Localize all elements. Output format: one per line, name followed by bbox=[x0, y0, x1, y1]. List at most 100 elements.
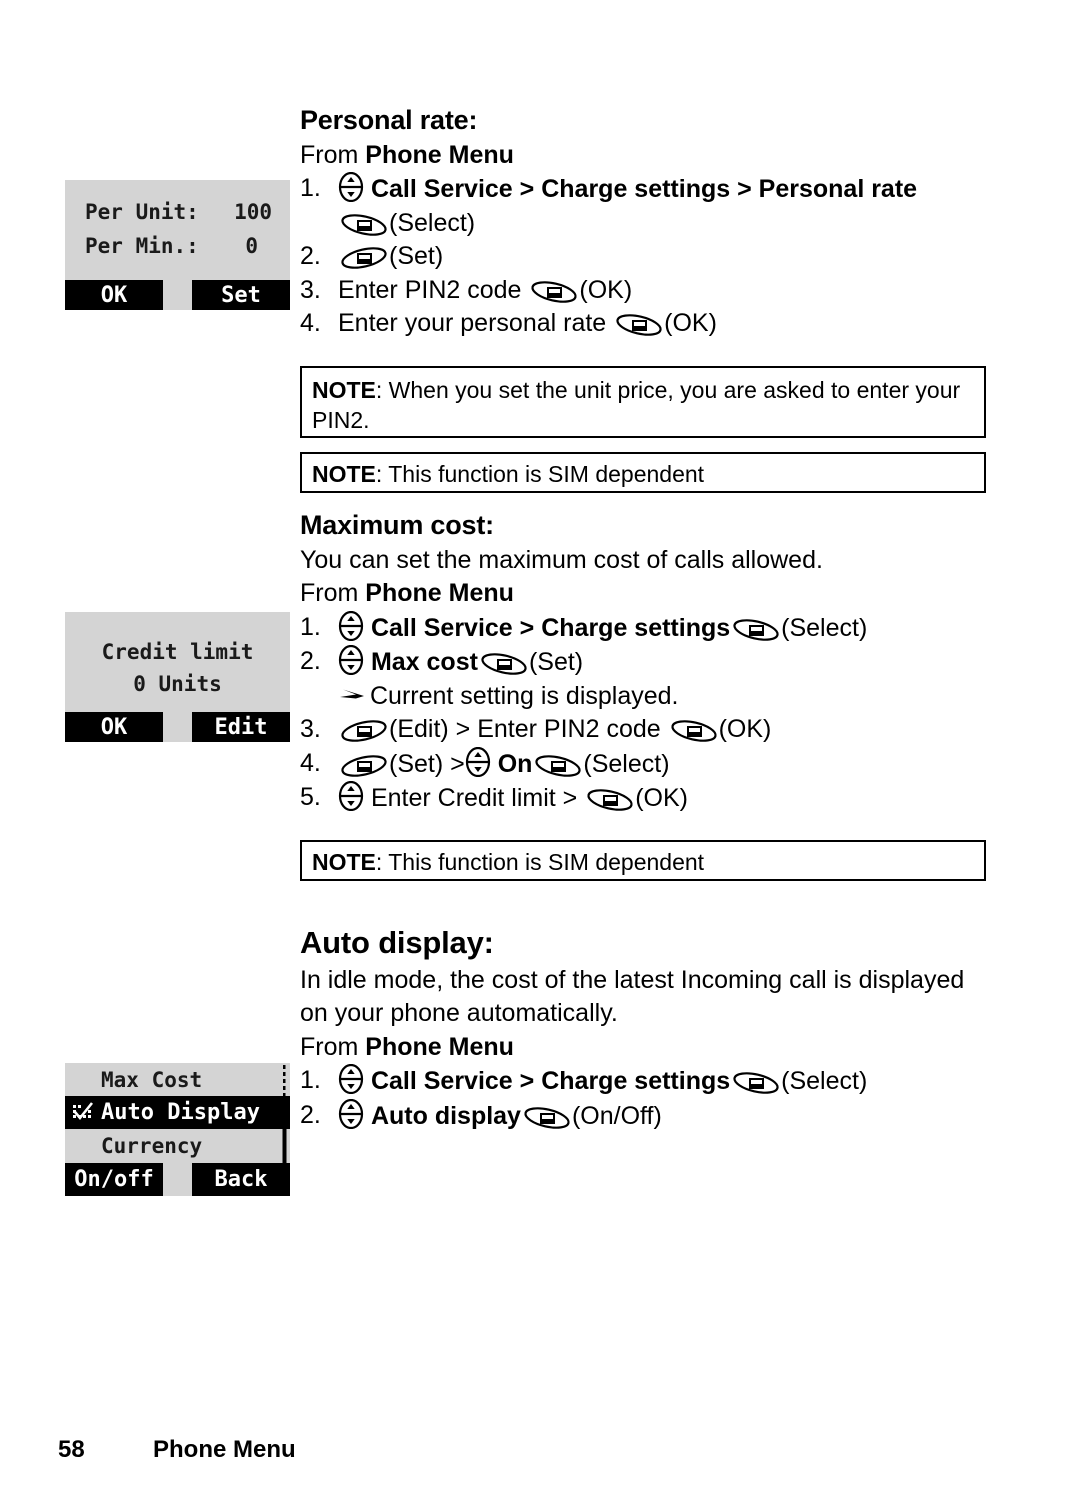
ad-step-1: 1. Call Service > Charge settings (Select… bbox=[300, 1064, 990, 1099]
mc-step-3-number: 3. bbox=[300, 715, 321, 744]
right-softkey-icon bbox=[340, 246, 388, 270]
right-softkey-icon bbox=[340, 719, 388, 743]
mc-step-2-number: 2. bbox=[300, 647, 321, 676]
personal-rate-from: From Phone Menu bbox=[300, 139, 990, 173]
pr-step-3: 3. Enter PIN2 code (OK) bbox=[300, 274, 990, 308]
list-item-label: Auto Display bbox=[101, 1100, 260, 1125]
per-min-label: Per Min.: bbox=[85, 234, 199, 258]
maximum-cost-section: Maximum cost: You can set the maximum co… bbox=[300, 510, 990, 816]
pr-rate-text: Enter your personal rate bbox=[338, 309, 614, 338]
auto-display-intro-1: In idle mode, the cost of the latest Inc… bbox=[300, 965, 965, 994]
mc-select-label-2: (Select) bbox=[583, 749, 670, 778]
from-prefix: From bbox=[300, 140, 366, 169]
from-bold: Phone Menu bbox=[365, 140, 514, 169]
pr-charge-settings: Charge settings bbox=[541, 175, 731, 204]
lcd-body: Per Unit: 100 Per Min.: 0 bbox=[65, 180, 290, 280]
mc-ok-label-2: (OK) bbox=[635, 784, 688, 813]
pr-step-4-number: 4. bbox=[300, 309, 321, 338]
per-unit-value: 100 bbox=[234, 200, 272, 224]
auto-display-intro-2: on your phone automatically. bbox=[300, 999, 618, 1028]
ad-step-2-number: 2. bbox=[300, 1100, 321, 1129]
softkey-left-ok[interactable]: OK bbox=[65, 712, 163, 742]
pr-pin2-text: Enter PIN2 code bbox=[338, 275, 529, 304]
pr-step-3-number: 3. bbox=[300, 275, 321, 304]
mc-on-label: On bbox=[497, 749, 533, 778]
pr-gt-1: > bbox=[512, 175, 542, 204]
pr-personal-rate: Personal rate bbox=[758, 175, 918, 204]
lcd-charge-settings: Max Cost Auto Display Currency On/off Ba… bbox=[65, 1063, 290, 1196]
navigation-key-icon bbox=[338, 610, 364, 641]
softkey-left-onoff[interactable]: On/off bbox=[65, 1163, 163, 1196]
note-label: NOTE bbox=[312, 461, 376, 487]
personal-rate-section: Personal rate: From Phone Menu 1. Call S… bbox=[300, 105, 990, 341]
lcd-body: Max Cost Auto Display Currency bbox=[65, 1063, 290, 1163]
mc-ok-label: (OK) bbox=[718, 715, 772, 744]
manual-page: Per Unit: 100 Per Min.: 0 OK Set Persona… bbox=[0, 0, 1080, 1500]
left-softkey-icon bbox=[523, 1106, 571, 1130]
note-text: : This function is SIM dependent bbox=[375, 461, 705, 487]
personal-rate-heading: Personal rate: bbox=[300, 105, 478, 135]
left-softkey-icon bbox=[732, 1071, 780, 1095]
mc-step-5-number: 5. bbox=[300, 783, 321, 812]
pr-ok-label-2: (OK) bbox=[664, 309, 717, 338]
pr-select-label: (Select) bbox=[389, 208, 476, 237]
pr-step-2-number: 2. bbox=[300, 242, 321, 271]
note-text: : This function is SIM dependent bbox=[375, 849, 705, 875]
mc-select-label: (Select) bbox=[781, 613, 868, 642]
list-item-label: Max Cost bbox=[101, 1067, 203, 1092]
mc-edit-text: (Edit) > Enter PIN2 code bbox=[389, 715, 668, 744]
mc-step-5: 5. Enter Credit limit > (OK) bbox=[300, 781, 990, 816]
lcd-credit-limit: Credit limit 0 Units OK Edit bbox=[65, 612, 290, 742]
softkey-right-set[interactable]: Set bbox=[192, 280, 290, 310]
list-item-selected[interactable]: Auto Display bbox=[65, 1096, 290, 1129]
ad-gt: > bbox=[512, 1067, 542, 1096]
pr-step-1-select: (Select) bbox=[338, 207, 990, 241]
lcd-body: Credit limit 0 Units bbox=[65, 612, 290, 712]
scrollbar[interactable] bbox=[281, 1065, 288, 1163]
mc-step-2: 2. Max cost (Set) bbox=[300, 645, 990, 680]
softkey-right-edit[interactable]: Edit bbox=[192, 712, 290, 742]
ad-auto-display: Auto display bbox=[370, 1101, 521, 1130]
credit-limit-value: 0 Units bbox=[133, 672, 222, 696]
mc-credit-limit-text: Enter Credit limit > bbox=[370, 784, 585, 813]
mc-max-cost: Max cost bbox=[370, 648, 478, 677]
lcd-personal-rate: Per Unit: 100 Per Min.: 0 OK Set bbox=[65, 180, 290, 310]
arrow-bullet-icon bbox=[338, 686, 368, 706]
pr-set-label: (Set) bbox=[389, 242, 444, 271]
list-item-label: Currency bbox=[101, 1133, 203, 1158]
right-softkey-icon bbox=[340, 754, 388, 778]
note-label: NOTE bbox=[312, 849, 376, 875]
pr-step-2: 2. (Set) bbox=[300, 240, 990, 274]
mc-step-4-number: 4. bbox=[300, 748, 321, 777]
pr-ok-label: (OK) bbox=[579, 275, 633, 304]
ad-step-2: 2. Auto display (On/Off) bbox=[300, 1098, 990, 1134]
left-softkey-icon bbox=[534, 754, 582, 778]
navigation-key-icon bbox=[338, 1098, 364, 1129]
note-text: : When you set the unit price, you are a… bbox=[312, 377, 961, 434]
softkey-left-ok[interactable]: OK bbox=[65, 280, 163, 310]
navigation-key-icon bbox=[338, 1064, 364, 1095]
list-item[interactable]: Max Cost bbox=[65, 1063, 290, 1096]
auto-display-section: Auto display: In idle mode, the cost of … bbox=[300, 925, 990, 1133]
navigation-key-icon bbox=[338, 645, 364, 676]
ad-call-service: Call Service bbox=[370, 1067, 513, 1096]
auto-display-heading: Auto display: bbox=[300, 925, 494, 960]
ad-charge-settings: Charge settings bbox=[541, 1067, 731, 1096]
left-softkey-icon bbox=[615, 313, 663, 337]
mc-gt: > bbox=[512, 613, 542, 642]
note-box-sim-2: NOTE: This function is SIM dependent bbox=[300, 840, 986, 881]
note-box-sim-1: NOTE: This function is SIM dependent bbox=[300, 452, 986, 493]
ad-step-1-number: 1. bbox=[300, 1066, 321, 1095]
credit-limit-title: Credit limit bbox=[101, 640, 254, 664]
left-softkey-icon bbox=[530, 280, 578, 304]
left-softkey-icon bbox=[670, 719, 718, 743]
softkey-right-back[interactable]: Back bbox=[192, 1163, 290, 1196]
pr-step-1: 1. Call Service > Charge settings > Pers… bbox=[300, 172, 990, 207]
list-item[interactable]: Currency bbox=[65, 1129, 290, 1162]
left-softkey-icon bbox=[586, 788, 634, 812]
from-prefix: From bbox=[300, 579, 366, 608]
mc-current-setting: Current setting is displayed. bbox=[370, 681, 679, 710]
footer-title: Phone Menu bbox=[153, 1436, 296, 1463]
pr-gt-2: > bbox=[730, 175, 759, 204]
ad-select-label: (Select) bbox=[781, 1067, 868, 1096]
